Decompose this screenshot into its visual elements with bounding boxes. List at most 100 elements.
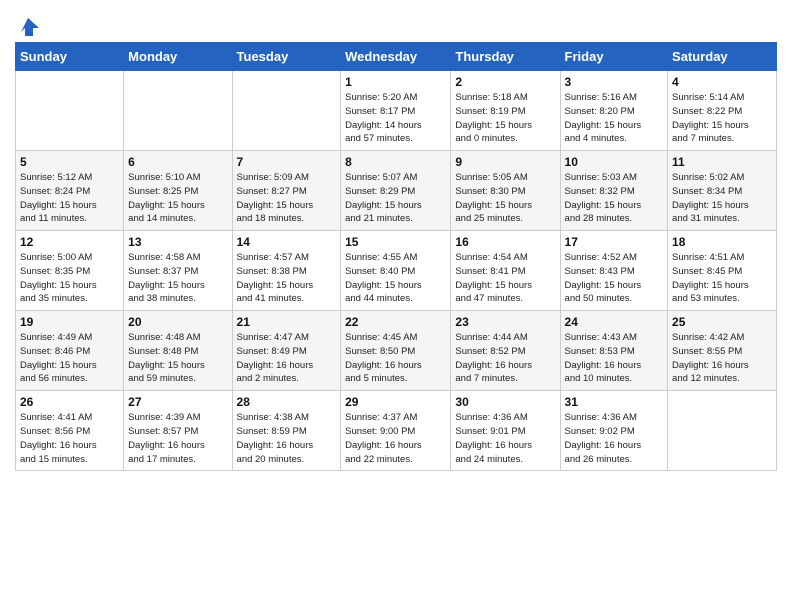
header-monday: Monday xyxy=(124,43,232,71)
day-info: Sunrise: 4:47 AMSunset: 8:49 PMDaylight:… xyxy=(237,331,337,386)
calendar-cell: 13 Sunrise: 4:58 AMSunset: 8:37 PMDayligh… xyxy=(124,231,232,311)
day-number: 29 xyxy=(345,395,446,409)
day-info: Sunrise: 5:00 AMSunset: 8:35 PMDaylight:… xyxy=(20,251,119,306)
day-info: Sunrise: 4:55 AMSunset: 8:40 PMDaylight:… xyxy=(345,251,446,306)
day-info: Sunrise: 4:36 AMSunset: 9:01 PMDaylight:… xyxy=(455,411,555,466)
calendar-cell xyxy=(668,391,777,471)
calendar-cell: 8 Sunrise: 5:07 AMSunset: 8:29 PMDaylight… xyxy=(341,151,451,231)
day-number: 27 xyxy=(128,395,227,409)
calendar-cell: 24 Sunrise: 4:43 AMSunset: 8:53 PMDayligh… xyxy=(560,311,668,391)
calendar-cell: 25 Sunrise: 4:42 AMSunset: 8:55 PMDayligh… xyxy=(668,311,777,391)
calendar-cell: 19 Sunrise: 4:49 AMSunset: 8:46 PMDayligh… xyxy=(16,311,124,391)
day-number: 2 xyxy=(455,75,555,89)
week-row-5: 26Sunrise: 4:41 AMSunset: 8:56 PMDayligh… xyxy=(16,391,777,471)
day-number: 4 xyxy=(672,75,772,89)
day-number: 15 xyxy=(345,235,446,249)
calendar-cell: 28 Sunrise: 4:38 AMSunset: 8:59 PMDayligh… xyxy=(232,391,341,471)
logo xyxy=(15,14,39,36)
day-number: 13 xyxy=(128,235,227,249)
calendar-table: SundayMondayTuesdayWednesdayThursdayFrid… xyxy=(15,42,777,471)
day-info: Sunrise: 4:52 AMSunset: 8:43 PMDaylight:… xyxy=(565,251,664,306)
calendar-cell: 31Sunrise: 4:36 AMSunset: 9:02 PMDayligh… xyxy=(560,391,668,471)
header xyxy=(15,10,777,36)
day-number: 17 xyxy=(565,235,664,249)
calendar-cell: 22 Sunrise: 4:45 AMSunset: 8:50 PMDayligh… xyxy=(341,311,451,391)
day-number: 9 xyxy=(455,155,555,169)
day-info: Sunrise: 5:07 AMSunset: 8:29 PMDaylight:… xyxy=(345,171,446,226)
day-number: 10 xyxy=(565,155,664,169)
header-row: SundayMondayTuesdayWednesdayThursdayFrid… xyxy=(16,43,777,71)
calendar-cell: 30 Sunrise: 4:36 AMSunset: 9:01 PMDayligh… xyxy=(451,391,560,471)
calendar-cell: 6 Sunrise: 5:10 AMSunset: 8:25 PMDaylight… xyxy=(124,151,232,231)
day-number: 25 xyxy=(672,315,772,329)
calendar-cell: 26Sunrise: 4:41 AMSunset: 8:56 PMDayligh… xyxy=(16,391,124,471)
day-number: 31 xyxy=(565,395,664,409)
day-info: Sunrise: 4:54 AMSunset: 8:41 PMDaylight:… xyxy=(455,251,555,306)
day-info: Sunrise: 5:14 AMSunset: 8:22 PMDaylight:… xyxy=(672,91,772,146)
week-row-3: 12 Sunrise: 5:00 AMSunset: 8:35 PMDayligh… xyxy=(16,231,777,311)
day-info: Sunrise: 5:18 AMSunset: 8:19 PMDaylight:… xyxy=(455,91,555,146)
day-info: Sunrise: 5:10 AMSunset: 8:25 PMDaylight:… xyxy=(128,171,227,226)
calendar-cell: 5Sunrise: 5:12 AMSunset: 8:24 PMDaylight… xyxy=(16,151,124,231)
header-thursday: Thursday xyxy=(451,43,560,71)
day-info: Sunrise: 5:16 AMSunset: 8:20 PMDaylight:… xyxy=(565,91,664,146)
day-number: 21 xyxy=(237,315,337,329)
day-info: Sunrise: 4:49 AMSunset: 8:46 PMDaylight:… xyxy=(20,331,119,386)
day-number: 11 xyxy=(672,155,772,169)
calendar-cell: 17 Sunrise: 4:52 AMSunset: 8:43 PMDayligh… xyxy=(560,231,668,311)
day-info: Sunrise: 4:37 AMSunset: 9:00 PMDaylight:… xyxy=(345,411,446,466)
day-number: 6 xyxy=(128,155,227,169)
day-info: Sunrise: 5:03 AMSunset: 8:32 PMDaylight:… xyxy=(565,171,664,226)
header-tuesday: Tuesday xyxy=(232,43,341,71)
day-number: 28 xyxy=(237,395,337,409)
calendar-cell xyxy=(16,71,124,151)
day-number: 24 xyxy=(565,315,664,329)
day-info: Sunrise: 4:43 AMSunset: 8:53 PMDaylight:… xyxy=(565,331,664,386)
calendar-cell: 29 Sunrise: 4:37 AMSunset: 9:00 PMDayligh… xyxy=(341,391,451,471)
calendar-cell: 15 Sunrise: 4:55 AMSunset: 8:40 PMDayligh… xyxy=(341,231,451,311)
calendar-cell: 18Sunrise: 4:51 AMSunset: 8:45 PMDayligh… xyxy=(668,231,777,311)
day-info: Sunrise: 4:58 AMSunset: 8:37 PMDaylight:… xyxy=(128,251,227,306)
calendar-cell: 3 Sunrise: 5:16 AMSunset: 8:20 PMDaylight… xyxy=(560,71,668,151)
day-number: 19 xyxy=(20,315,119,329)
week-row-1: 1 Sunrise: 5:20 AMSunset: 8:17 PMDaylight… xyxy=(16,71,777,151)
day-info: Sunrise: 5:12 AMSunset: 8:24 PMDaylight:… xyxy=(20,171,119,226)
day-number: 22 xyxy=(345,315,446,329)
day-number: 8 xyxy=(345,155,446,169)
week-row-4: 19 Sunrise: 4:49 AMSunset: 8:46 PMDayligh… xyxy=(16,311,777,391)
day-info: Sunrise: 4:39 AMSunset: 8:57 PMDaylight:… xyxy=(128,411,227,466)
day-info: Sunrise: 5:20 AMSunset: 8:17 PMDaylight:… xyxy=(345,91,446,146)
logo-icon xyxy=(17,14,39,36)
day-info: Sunrise: 4:57 AMSunset: 8:38 PMDaylight:… xyxy=(237,251,337,306)
calendar-cell: 1 Sunrise: 5:20 AMSunset: 8:17 PMDaylight… xyxy=(341,71,451,151)
day-info: Sunrise: 4:45 AMSunset: 8:50 PMDaylight:… xyxy=(345,331,446,386)
day-info: Sunrise: 5:05 AMSunset: 8:30 PMDaylight:… xyxy=(455,171,555,226)
day-number: 16 xyxy=(455,235,555,249)
calendar-cell: 23Sunrise: 4:44 AMSunset: 8:52 PMDayligh… xyxy=(451,311,560,391)
day-number: 18 xyxy=(672,235,772,249)
header-wednesday: Wednesday xyxy=(341,43,451,71)
day-number: 30 xyxy=(455,395,555,409)
day-number: 26 xyxy=(20,395,119,409)
calendar-cell: 2 Sunrise: 5:18 AMSunset: 8:19 PMDaylight… xyxy=(451,71,560,151)
day-number: 12 xyxy=(20,235,119,249)
calendar-cell: 4 Sunrise: 5:14 AMSunset: 8:22 PMDaylight… xyxy=(668,71,777,151)
day-number: 7 xyxy=(237,155,337,169)
header-saturday: Saturday xyxy=(668,43,777,71)
calendar-cell: 10 Sunrise: 5:03 AMSunset: 8:32 PMDayligh… xyxy=(560,151,668,231)
header-sunday: Sunday xyxy=(16,43,124,71)
day-info: Sunrise: 4:48 AMSunset: 8:48 PMDaylight:… xyxy=(128,331,227,386)
week-row-2: 5Sunrise: 5:12 AMSunset: 8:24 PMDaylight… xyxy=(16,151,777,231)
calendar-cell xyxy=(124,71,232,151)
day-number: 1 xyxy=(345,75,446,89)
day-info: Sunrise: 4:42 AMSunset: 8:55 PMDaylight:… xyxy=(672,331,772,386)
day-info: Sunrise: 4:44 AMSunset: 8:52 PMDaylight:… xyxy=(455,331,555,386)
calendar-cell xyxy=(232,71,341,151)
day-number: 3 xyxy=(565,75,664,89)
day-info: Sunrise: 4:38 AMSunset: 8:59 PMDaylight:… xyxy=(237,411,337,466)
calendar-cell: 12 Sunrise: 5:00 AMSunset: 8:35 PMDayligh… xyxy=(16,231,124,311)
calendar-cell: 20Sunrise: 4:48 AMSunset: 8:48 PMDayligh… xyxy=(124,311,232,391)
calendar-cell: 11Sunrise: 5:02 AMSunset: 8:34 PMDayligh… xyxy=(668,151,777,231)
calendar-cell: 21 Sunrise: 4:47 AMSunset: 8:49 PMDayligh… xyxy=(232,311,341,391)
day-number: 14 xyxy=(237,235,337,249)
